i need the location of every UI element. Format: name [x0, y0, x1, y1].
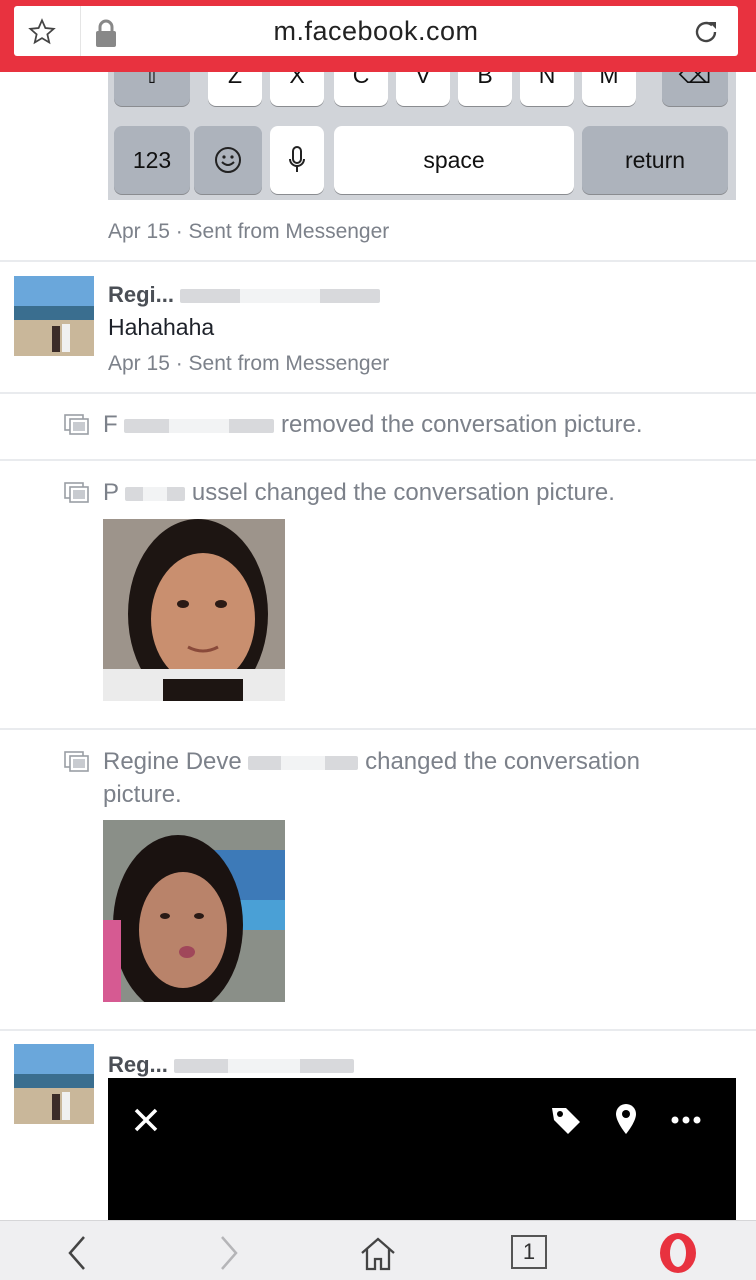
keyboard-key: M — [582, 72, 636, 106]
space-key: space — [334, 126, 574, 194]
row-divider — [0, 1029, 756, 1031]
opera-menu-icon[interactable] — [656, 1229, 700, 1273]
close-icon[interactable] — [126, 1100, 166, 1140]
browser-bottom-bar: 1 — [0, 1220, 756, 1280]
bookmark-star-icon[interactable] — [28, 18, 56, 46]
urlbar-divider — [80, 6, 81, 56]
keyboard-key: B — [458, 72, 512, 106]
return-key: return — [582, 126, 728, 194]
avatar-photo — [14, 1044, 94, 1124]
system-event-text: P ussel changed the conversation picture… — [103, 479, 615, 506]
photo-change-icon — [64, 414, 89, 435]
avatar[interactable] — [14, 1044, 94, 1124]
media-overlay-toolbar — [108, 1078, 736, 1220]
reload-icon[interactable] — [690, 16, 722, 48]
message-text: Hahahaha — [108, 314, 215, 340]
shift-key: ⇧ — [114, 72, 190, 106]
conversation-picture[interactable] — [103, 820, 285, 1002]
location-pin-icon[interactable] — [606, 1100, 646, 1140]
sender-name[interactable]: Reg... — [108, 1052, 355, 1078]
keyboard-key: C — [334, 72, 388, 106]
system-event-text: F removed the conversation picture. — [103, 411, 643, 438]
message-meta: Apr 15 · Sent from Messenger — [108, 220, 390, 243]
avatar-photo — [14, 276, 94, 356]
url-field-container[interactable]: m.facebook.com — [14, 6, 738, 56]
row-divider — [0, 459, 756, 461]
keyboard-key: V — [396, 72, 450, 106]
photo-change-icon — [64, 482, 89, 503]
row-divider — [0, 392, 756, 394]
keyboard-key: N — [520, 72, 574, 106]
face-photo — [103, 519, 285, 701]
backspace-key: ⌫ — [662, 72, 728, 106]
row-divider — [0, 728, 756, 730]
tag-icon[interactable] — [546, 1100, 586, 1140]
conversation-picture[interactable] — [103, 519, 285, 701]
back-icon[interactable] — [56, 1231, 100, 1275]
more-icon[interactable] — [666, 1100, 706, 1140]
emoji-key — [194, 126, 262, 194]
keyboard-key: Z — [208, 72, 262, 106]
row-divider — [0, 260, 756, 262]
avatar[interactable] — [14, 276, 94, 356]
emoji-icon — [215, 147, 241, 173]
lock-icon — [96, 19, 116, 47]
keyboard-key: X — [270, 72, 324, 106]
home-icon[interactable] — [356, 1231, 400, 1275]
dictation-key — [270, 126, 324, 194]
numbers-key: 123 — [114, 126, 190, 194]
keyboard-screenshot: ⇧ Z X C V B N M ⌫ 123 space return — [108, 72, 736, 200]
face-photo — [103, 820, 285, 1002]
system-event-text: Regine Deve changed the conversation pict… — [103, 748, 640, 808]
tabs-button[interactable]: 1 — [511, 1235, 547, 1269]
forward-icon[interactable] — [206, 1231, 250, 1275]
microphone-icon — [289, 146, 305, 172]
sender-name[interactable]: Regi... — [108, 282, 381, 308]
photo-change-icon — [64, 751, 89, 772]
url-text[interactable]: m.facebook.com — [134, 16, 618, 47]
browser-address-bar: m.facebook.com — [0, 0, 756, 72]
message-meta: Apr 15 · Sent from Messenger — [108, 352, 390, 375]
